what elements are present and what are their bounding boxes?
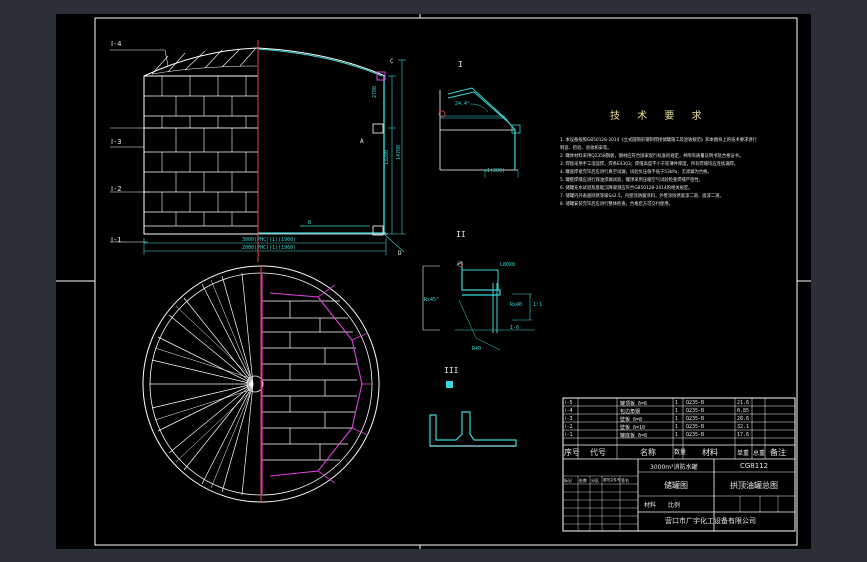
bom-row-name: 壁板 δ=8 [620, 417, 643, 423]
bom-header-total-wt: 总重 [753, 450, 766, 457]
bom-row-wt: 21.6 [737, 400, 750, 406]
tech-note: 7. 储罐内外表面除锈等级Sa2.5，内壁涂防腐涂料，外壁涂防锈底漆二道、面漆二… [560, 194, 724, 199]
detail-iii-marker-label: III [444, 366, 459, 375]
tech-note: 1. 本设备按照GB50128-2014《立式圆筒形钢制焊接储罐施工及验收规范》… [560, 138, 757, 143]
bom-header-name: 名称 [640, 448, 656, 457]
cad-drawing-canvas [56, 14, 811, 549]
detail-ii-note3: Rx40 [510, 302, 523, 308]
revision-col-zone: 分区 [591, 478, 599, 483]
bom-row-mat: Q235-B [686, 432, 705, 438]
tech-note: 2. 罐体材料采用Q235B钢板，钢材应符合国家现行标准的规定，并附有质量证明书… [560, 154, 744, 159]
view-title: 储罐图 [664, 481, 688, 490]
detail-ii-note4: 1:1 [533, 302, 543, 308]
detail-iii-marker [446, 381, 453, 388]
dim-height-3: 14780 [396, 144, 402, 160]
bom-row-mat: Q235-B [686, 400, 705, 406]
tech-note: 制造、检验、验收和安装。 [560, 146, 612, 151]
material-label: 材料 [644, 502, 657, 509]
detail-i-angle: 24.4° [455, 101, 471, 107]
detail-i-note: ≈1(200) [484, 168, 506, 174]
bom-header-code: 代号 [590, 448, 606, 457]
revision-col-sign: 签名 [621, 478, 629, 483]
bom-row-no: Ⅰ-5 [565, 400, 573, 406]
tech-note: 6. 储罐充水试验及基础沉降观测应符合GB50128-2014的相关规定。 [560, 186, 693, 191]
bom-header-unit-wt: 单重 [737, 450, 750, 457]
tech-note: 4. 罐底焊接完毕后应进行真空试漏，试验负压值不低于53kPa，无渗漏为合格。 [560, 170, 712, 175]
ratio-label: 比例 [668, 502, 681, 509]
bom-row-name: 壁板 δ=10 [620, 425, 646, 431]
tech-note: 3. 焊接采用手工电弧焊，焊条E4303；焊缝高度不小于较薄件厚度，所有焊缝均应… [560, 162, 739, 167]
bom-row-mat: Q235-B [686, 424, 705, 430]
detail-ii-note2: Rx45° [424, 297, 440, 303]
dim-width-1: 3000(PHC)(1)(1960) [242, 237, 297, 243]
level-label-1: Ⅰ-1 [111, 236, 122, 244]
tech-note: 8. 储罐安装完毕后应进行整体检查，合格后方可交付使用。 [560, 202, 673, 207]
project-name: 3000m³消防水罐 [650, 464, 698, 471]
bom-row-wt: 0.85 [737, 408, 750, 414]
bom-row-name: 包边角钢 [620, 409, 641, 415]
bom-row-wt: 17.6 [737, 432, 750, 438]
tech-note: 5. 罐壁焊缝应进行煤油渗漏试验，罐顶采用压缩空气试验检查焊缝严密性。 [560, 178, 703, 183]
company-name: 营口市广宇化工设备有限公司 [665, 517, 756, 525]
revision-col-count: 处数 [579, 478, 587, 483]
dim-height-1: 2780 [372, 85, 378, 98]
bom-row-no: Ⅰ-1 [565, 432, 573, 438]
bom-row-no: Ⅰ-3 [565, 416, 573, 422]
detail-ii-note1: L80X8 [500, 262, 516, 268]
tech-requirements-title: 技 术 要 求 [610, 111, 709, 122]
bom-row-qty: 1 [675, 416, 679, 422]
bom-header-remark: 备注 [770, 448, 786, 457]
detail-ii-note6: R40 [472, 346, 482, 352]
bom-row-no: Ⅰ-2 [565, 424, 573, 430]
revision-col-doc: 更改文件号 [603, 478, 621, 482]
bom-header-qty: 数量 [674, 449, 687, 456]
bom-row-wt: 32.1 [737, 424, 750, 430]
bom-row-qty: 1 [675, 408, 679, 414]
tech-requirements-notes: 1. 本设备按照GB50128-2014《立式圆筒形钢制焊接储罐施工及验收规范》… [560, 137, 770, 209]
drawing-number: CG8112 [740, 462, 769, 470]
bom-row-qty: 1 [675, 400, 679, 406]
dim-width-2: 2000(PHC)(1)(1960) [242, 245, 297, 251]
nozzle-label-b: B [308, 220, 312, 226]
drawing-title: 拱顶油罐总图 [730, 481, 778, 490]
bom-row-mat: Q235-B [686, 416, 705, 422]
bom-row-qty: 1 [675, 432, 679, 438]
bom-row-no: Ⅰ-4 [565, 408, 573, 414]
bom-header-mat: 材料 [702, 448, 718, 457]
bom-row-wt: 28.6 [737, 416, 750, 422]
level-label-3: Ⅰ-3 [111, 138, 122, 146]
nozzle-label-a: A [360, 138, 364, 145]
label-d: D [398, 250, 402, 257]
bom-row-mat: Q235-B [686, 408, 705, 414]
bom-header-no: 序号 [564, 448, 580, 457]
dim-height-2: 13280 [384, 149, 390, 165]
detail-ii-marker: II [456, 230, 466, 239]
bom-row-name: 罐底板 δ=8 [620, 433, 648, 439]
nozzle-label-c: C [390, 58, 394, 65]
level-label-4: Ⅰ-4 [111, 40, 122, 48]
bom-row-name: 罐顶板 δ=6 [620, 401, 648, 407]
detail-ii-note5: I-6 [510, 325, 520, 331]
detail-i-marker: I [458, 60, 463, 69]
bom-row-qty: 1 [675, 424, 679, 430]
revision-col-mark: 标记 [564, 478, 572, 483]
level-label-2: Ⅰ-2 [111, 185, 122, 193]
